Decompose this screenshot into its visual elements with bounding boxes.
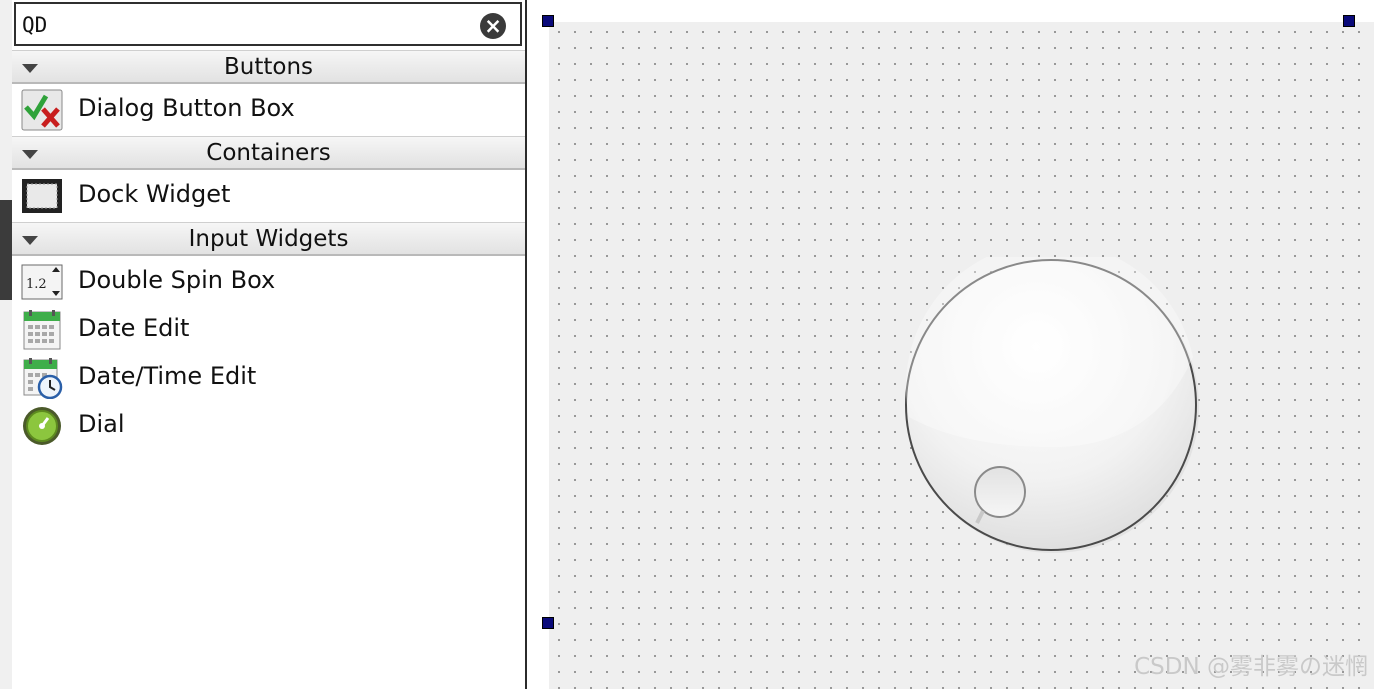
clear-icon[interactable]: × — [480, 13, 506, 39]
widget-item-label: Dialog Button Box — [78, 94, 295, 122]
date-edit-icon — [23, 310, 61, 350]
filter-input-value[interactable]: QD — [22, 13, 47, 37]
left-edge-strip — [0, 0, 12, 689]
widget-item-dialog-button-box[interactable]: Dialog Button Box — [12, 85, 525, 133]
category-label: Input Widgets — [188, 226, 349, 252]
widget-item-label: Double Spin Box — [78, 266, 276, 294]
selection-handle-top-left[interactable] — [542, 15, 554, 27]
dial-icon — [23, 407, 61, 445]
filter-input[interactable]: QD × — [14, 2, 522, 46]
category-buttons[interactable]: Buttons — [12, 50, 525, 84]
category-label: Buttons — [223, 54, 314, 80]
widget-item-double-spin-box[interactable]: 1.2 Double Spin Box — [12, 257, 525, 305]
svg-text:1.2: 1.2 — [26, 277, 47, 292]
widget-item-date-edit[interactable]: Date Edit — [12, 305, 525, 353]
widget-item-label: Date Edit — [78, 314, 190, 342]
widget-item-label: Date/Time Edit — [78, 362, 257, 390]
widget-item-date-time-edit[interactable]: Date/Time Edit — [12, 353, 525, 401]
selection-handle-top-right[interactable] — [1343, 15, 1355, 27]
widget-item-label: Dial — [78, 410, 125, 438]
widget-item-label: Dock Widget — [78, 180, 231, 208]
category-input-widgets[interactable]: Input Widgets — [12, 222, 525, 256]
dial-widget[interactable] — [903, 257, 1199, 553]
category-label: Containers — [206, 140, 331, 166]
double-spin-box-icon: 1.2 — [21, 264, 63, 300]
category-containers[interactable]: Containers — [12, 136, 525, 170]
widget-item-dial[interactable]: Dial — [12, 401, 525, 449]
selection-handle-bottom-left[interactable] — [542, 617, 554, 629]
date-time-edit-icon — [23, 358, 63, 399]
widget-box-panel: QD × Buttons Dialog Button Box Container… — [12, 0, 527, 689]
dock-widget-icon — [22, 179, 62, 213]
left-edge-dark — [0, 200, 12, 300]
watermark: CSDN @雾非雾の迷惘 — [1134, 654, 1368, 680]
dialog-button-box-icon — [21, 89, 63, 131]
widget-item-dock-widget[interactable]: Dock Widget — [12, 171, 525, 219]
